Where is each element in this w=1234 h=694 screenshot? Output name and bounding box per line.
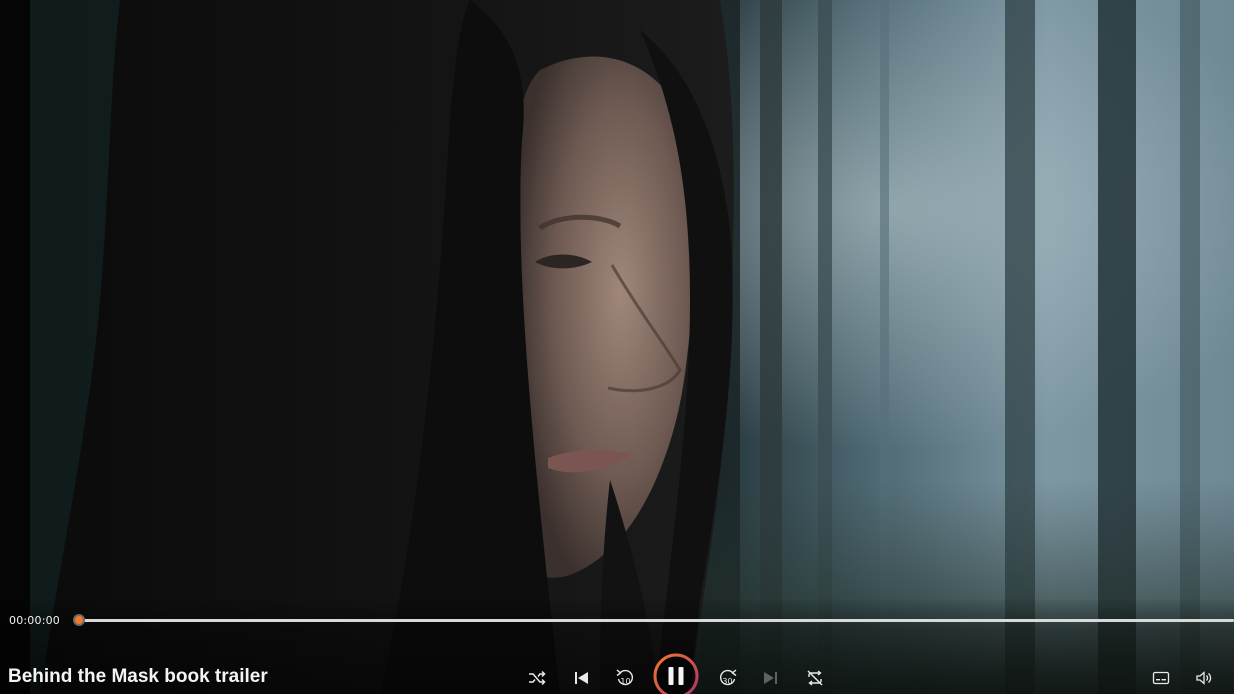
shuffle-icon [529,670,546,686]
previous-button[interactable] [567,664,595,692]
next-button[interactable] [757,664,785,692]
seek-thumb[interactable] [73,614,85,626]
captions-icon [1152,671,1170,685]
pause-icon [653,653,699,694]
captions-button[interactable] [1147,664,1175,692]
media-player: 00:00:00 Behind the Mask book trailer 10… [0,0,1234,694]
current-time: 00:00:00 [9,614,61,627]
forward-button[interactable]: 30 [714,664,742,692]
play-pause-button[interactable] [653,653,699,694]
volume-button[interactable] [1190,664,1218,692]
forward-30-icon: 30 [719,669,737,686]
svg-text:30: 30 [722,677,732,686]
previous-icon [575,672,588,684]
repeat-button[interactable] [801,664,829,692]
svg-text:10: 10 [620,677,630,686]
video-image [0,0,1234,694]
seek-bar[interactable] [78,619,1234,622]
video-frame[interactable] [0,0,1234,694]
volume-icon [1196,671,1212,685]
controls-bar: 00:00:00 Behind the Mask book trailer 10… [0,600,1234,694]
rewind-button[interactable]: 10 [611,664,639,692]
media-title: Behind the Mask book trailer [8,666,268,687]
next-icon [764,672,777,684]
shuffle-button[interactable] [523,664,551,692]
repeat-off-icon [807,670,823,686]
rewind-10-icon: 10 [616,669,634,686]
